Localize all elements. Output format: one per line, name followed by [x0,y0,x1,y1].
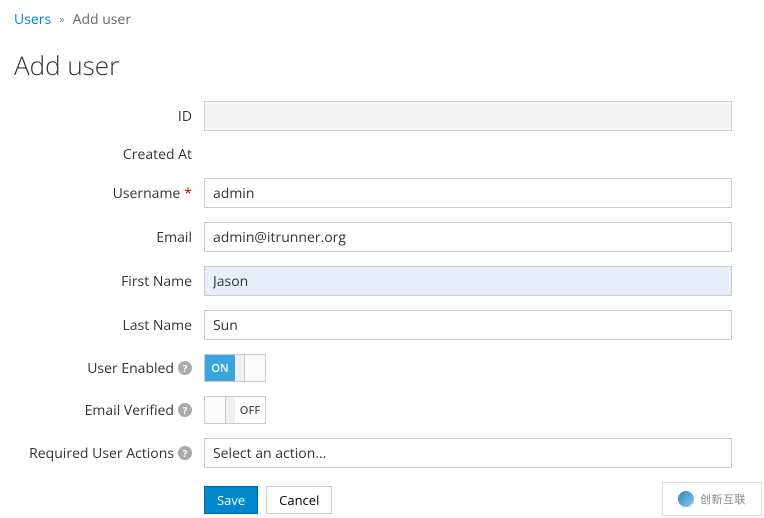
created-at-label: Created At [14,145,204,164]
toggle-knob [244,354,266,382]
email-label: Email [14,228,204,247]
email-verified-toggle[interactable]: ON OFF [204,396,266,424]
breadcrumb-separator: » [59,12,64,27]
breadcrumb-current: Add user [73,10,131,29]
username-input[interactable] [204,178,732,208]
help-icon[interactable]: ? [178,446,192,460]
last-name-input[interactable] [204,310,732,340]
toggle-off-label: OFF [235,397,265,423]
required-user-actions-select[interactable]: Select an action... [204,438,732,468]
required-user-actions-label: Required User Actions [29,444,174,463]
add-user-form: ID Created At Username * Email First Nam… [14,101,750,514]
page-title: Add user [14,47,750,83]
cancel-button[interactable]: Cancel [266,486,332,514]
last-name-label: Last Name [14,316,204,335]
help-icon[interactable]: ? [178,403,192,417]
id-field [204,101,732,131]
help-icon[interactable]: ? [178,361,192,375]
watermark-text: 创新互联 [700,491,746,507]
breadcrumb: Users » Add user [14,10,750,29]
watermark-logo-icon [678,491,694,507]
user-enabled-toggle[interactable]: ON OFF [204,354,266,382]
first-name-label: First Name [14,272,204,291]
username-label: Username [113,184,181,203]
required-marker: * [184,184,192,203]
user-enabled-label: User Enabled [87,359,174,378]
email-verified-label: Email Verified [85,401,174,420]
watermark: 创新互联 [662,482,762,516]
id-label: ID [14,107,204,126]
save-button[interactable]: Save [204,486,258,514]
email-input[interactable] [204,222,732,252]
first-name-input[interactable] [204,266,732,296]
breadcrumb-users-link[interactable]: Users [14,10,51,29]
toggle-knob [204,396,226,424]
toggle-on-label: ON [205,355,235,381]
